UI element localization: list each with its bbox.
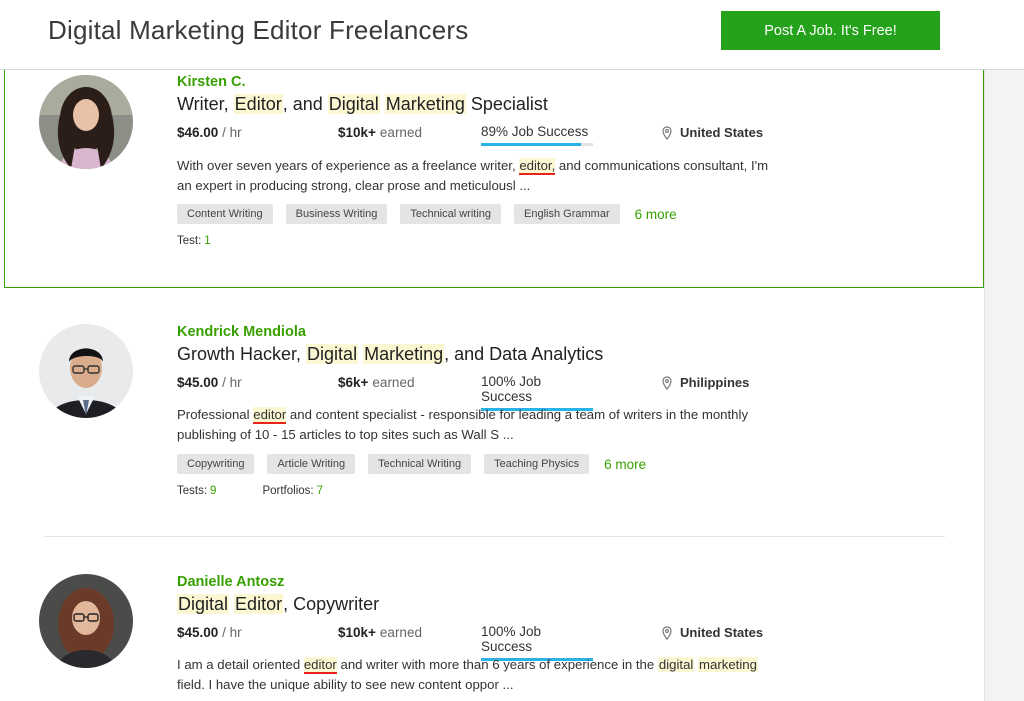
job-success-label: 89% Job Success <box>481 124 589 139</box>
portfolios-count[interactable]: 7 <box>317 485 323 497</box>
hourly-rate: $45.00 / hr <box>177 375 242 390</box>
earnings: $10k+ earned <box>338 125 422 140</box>
keyword-highlight: Digital <box>177 594 230 614</box>
freelancer-description: With over seven years of experience as a… <box>177 158 769 193</box>
location-pin-icon <box>662 375 672 390</box>
earnings: $10k+ earned <box>338 625 422 640</box>
location-pin-icon <box>662 625 672 640</box>
job-success: 89% Job Success <box>481 124 593 146</box>
freelancer-name[interactable]: Kirsten C. <box>177 74 246 90</box>
job-success-bar <box>481 143 593 146</box>
keyword-highlight: Digital <box>327 94 380 114</box>
page-title: Digital Marketing Editor Freelancers <box>48 15 469 45</box>
job-success-fill <box>481 143 581 146</box>
freelancer-title[interactable]: Growth Hacker, Digital Marketing, and Da… <box>177 344 603 365</box>
page-header: Digital Marketing Editor Freelancers Pos… <box>0 0 1024 70</box>
post-job-button[interactable]: Post A Job. It's Free! <box>721 11 940 50</box>
skill-tag[interactable]: Teaching Physics <box>484 454 590 474</box>
right-sidebar <box>984 70 1024 701</box>
keyword-highlight: Marketing <box>384 94 466 114</box>
keyword-highlight: Digital <box>306 344 359 364</box>
earnings: $6k+ earned <box>338 375 415 390</box>
freelancer-name[interactable]: Kendrick Mendiola <box>177 324 306 340</box>
skill-tags: Content Writing Business Writing Technic… <box>177 204 677 224</box>
tests-count[interactable]: 1 <box>204 235 210 247</box>
skill-tag[interactable]: Copywriting <box>177 454 255 474</box>
avatar[interactable] <box>39 324 133 418</box>
spelling-underline: editor, <box>519 158 556 175</box>
location-pin-icon <box>662 125 672 140</box>
location: United States <box>662 125 763 140</box>
more-skills-link[interactable]: 6 more <box>635 207 677 222</box>
freelancer-meta: Test: 1 <box>177 235 211 247</box>
avatar[interactable] <box>39 75 133 169</box>
skill-tag[interactable]: Content Writing <box>177 204 273 224</box>
keyword-highlight: marketing <box>698 657 758 672</box>
skill-tag[interactable]: Technical writing <box>400 204 502 224</box>
keyword-highlight: Editor <box>234 594 284 614</box>
freelancer-title[interactable]: Digital Editor, Copywriter <box>177 594 379 615</box>
freelancer-meta: Tests: 9 Portfolios: 7 <box>177 485 323 497</box>
keyword-highlight: digital <box>657 657 695 672</box>
location: Philippines <box>662 375 749 390</box>
job-success-label: 100% Job Success <box>481 374 542 404</box>
freelancer-description: I am a detail oriented editor and writer… <box>177 657 758 692</box>
card-divider <box>44 536 945 537</box>
keyword-highlight: Marketing <box>363 344 445 364</box>
tests-count[interactable]: 9 <box>210 485 216 497</box>
skill-tag[interactable]: Technical Writing <box>368 454 472 474</box>
spelling-underline: editor <box>253 407 287 424</box>
job-success-label: 100% Job Success <box>481 624 542 654</box>
keyword-highlight: Editor <box>233 94 283 114</box>
skill-tag[interactable]: Business Writing <box>285 204 388 224</box>
avatar[interactable] <box>39 574 133 668</box>
spelling-underline: editor <box>303 657 337 674</box>
skill-tags: Copywriting Article Writing Technical Wr… <box>177 454 646 474</box>
location: United States <box>662 625 763 640</box>
freelancer-description: Professional editor and content speciali… <box>177 407 749 442</box>
more-skills-link[interactable]: 6 more <box>604 457 646 472</box>
hourly-rate: $46.00 / hr <box>177 125 242 140</box>
freelancer-title[interactable]: Writer, Editor, and Digital Marketing Sp… <box>177 94 548 115</box>
hourly-rate: $45.00 / hr <box>177 625 242 640</box>
skill-tag[interactable]: English Grammar <box>514 204 620 224</box>
skill-tag[interactable]: Article Writing <box>267 454 356 474</box>
freelancer-name[interactable]: Danielle Antosz <box>177 574 284 590</box>
